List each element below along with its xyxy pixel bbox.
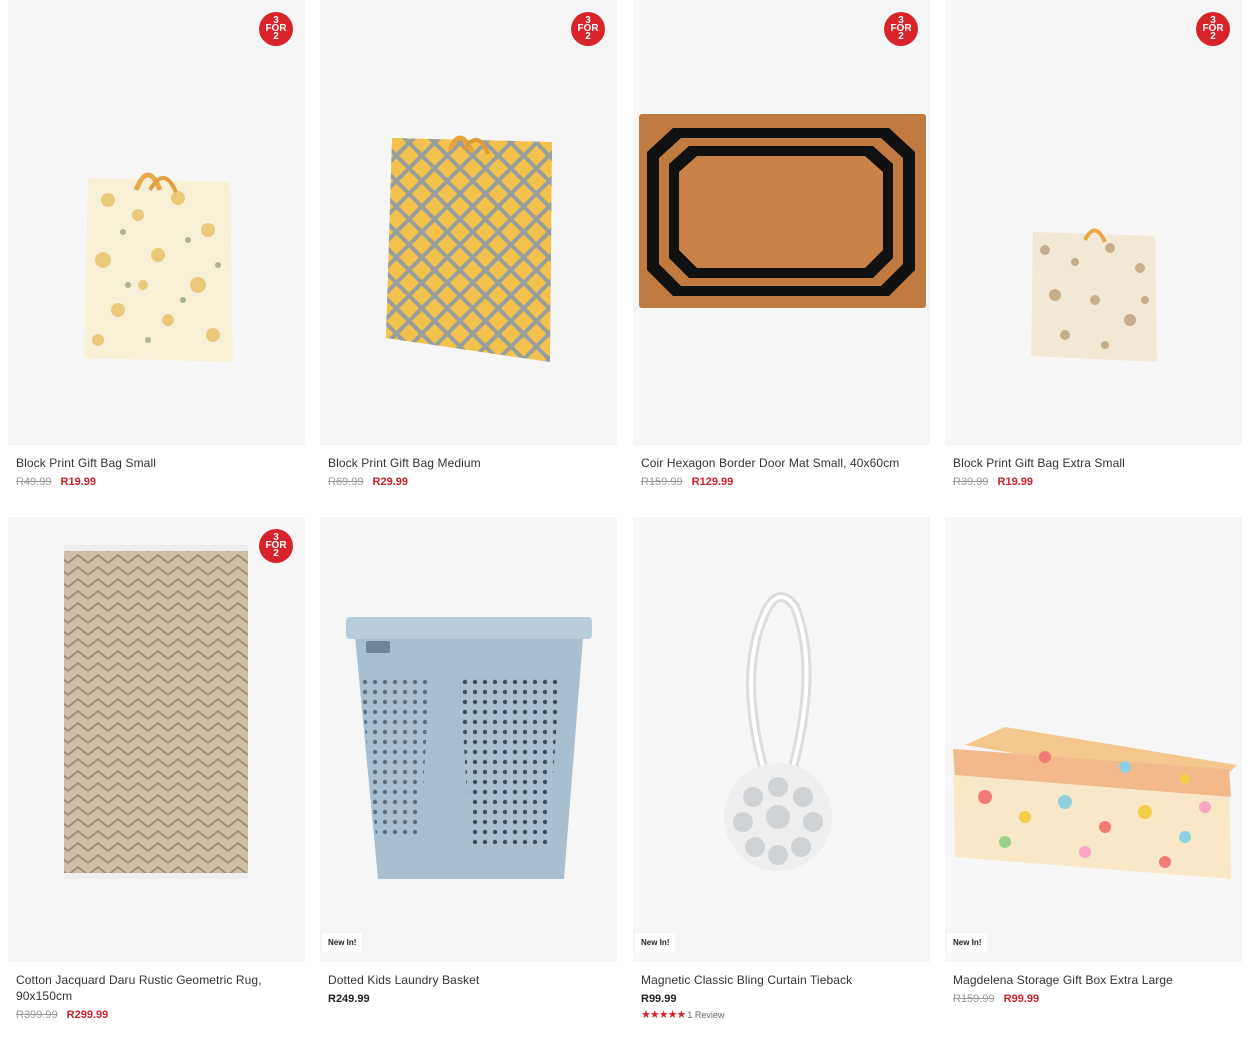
promo-badge: 3 FOR 2: [259, 12, 293, 46]
old-price: R159.99: [953, 993, 995, 1005]
product-prices: R399.99 R299.99: [16, 1008, 297, 1022]
product-prices: R159.99 R99.99: [953, 992, 1234, 1006]
old-price: R69.99: [328, 476, 364, 488]
product-card[interactable]: 3 FOR 2 Cotton Jacquard Daru Rustic Geomet…: [8, 517, 305, 1022]
product-title[interactable]: Block Print Gift Bag Medium: [328, 455, 609, 471]
old-price: R399.99: [16, 1009, 58, 1021]
product-card[interactable]: New In! Dotted Kids Laundry Basket R249.…: [320, 517, 617, 1006]
product-title[interactable]: Coir Hexagon Border Door Mat Small, 40x6…: [641, 455, 922, 471]
product-title[interactable]: Cotton Jacquard Daru Rustic Geometric Ru…: [16, 972, 297, 1004]
promo-badge: 3 FOR 2: [884, 12, 918, 46]
product-card[interactable]: 3 FOR 2 Block Print Gift Bag Small R49.99 …: [8, 0, 305, 489]
product-prices: R249.99: [328, 992, 609, 1006]
new-in-tag: New In!: [947, 933, 988, 952]
product-image[interactable]: New In!: [633, 517, 930, 962]
product-title[interactable]: Block Print Gift Bag Small: [16, 455, 297, 471]
sale-price: R99.99: [1003, 993, 1040, 1005]
sale-price: R29.99: [372, 476, 409, 488]
product-image[interactable]: 3 FOR 2: [320, 0, 617, 445]
sale-price: R299.99: [66, 1009, 109, 1021]
product-title[interactable]: Magnetic Classic Bling Curtain Tieback: [641, 972, 922, 988]
product-card[interactable]: 3 FOR 2 Block Print Gift Bag Extra Small R…: [945, 0, 1242, 489]
price: R99.99: [641, 993, 677, 1005]
old-price: R49.99: [16, 476, 52, 488]
sale-price: R19.99: [60, 476, 97, 488]
product-prices: R69.99 R29.99: [328, 475, 609, 489]
product-prices: R159.99 R129.99: [641, 475, 922, 489]
product-prices: R49.99 R19.99: [16, 475, 297, 489]
old-price: R39.99: [953, 476, 989, 488]
price: R249.99: [328, 993, 370, 1005]
promo-badge: 3 FOR 2: [259, 529, 293, 563]
product-prices: R99.99: [641, 992, 922, 1006]
product-title[interactable]: Dotted Kids Laundry Basket: [328, 972, 609, 988]
product-card[interactable]: 3 FOR 2 Coir Hexagon Border Door Mat Small…: [633, 0, 930, 489]
old-price: R159.99: [641, 476, 683, 488]
star-rating-icon: ★★★★★: [641, 1009, 686, 1021]
new-in-tag: New In!: [635, 933, 676, 952]
rating[interactable]: ★★★★★ 1 Review: [641, 1008, 922, 1021]
new-in-tag: New In!: [322, 933, 363, 952]
product-card[interactable]: New In! Magdelena Storage Gift Box Extra…: [945, 517, 1242, 1006]
sale-price: R129.99: [691, 476, 734, 488]
review-count[interactable]: 1 Review: [687, 1010, 724, 1020]
product-title[interactable]: Block Print Gift Bag Extra Small: [953, 455, 1234, 471]
sale-price: R19.99: [997, 476, 1034, 488]
product-image[interactable]: 3 FOR 2: [8, 0, 305, 445]
product-image[interactable]: 3 FOR 2: [8, 517, 305, 962]
promo-badge: 3 FOR 2: [1196, 12, 1230, 46]
product-image[interactable]: 3 FOR 2: [633, 0, 930, 445]
product-card[interactable]: 3 FOR 2 Block Print Gift Bag Medium R69.99…: [320, 0, 617, 489]
product-image[interactable]: New In!: [320, 517, 617, 962]
product-image[interactable]: 3 FOR 2: [945, 0, 1242, 445]
product-image[interactable]: New In!: [945, 517, 1242, 962]
promo-badge: 3 FOR 2: [571, 12, 605, 46]
product-title[interactable]: Magdelena Storage Gift Box Extra Large: [953, 972, 1234, 988]
product-prices: R39.99 R19.99: [953, 475, 1234, 489]
product-grid: 3 FOR 2 Block Print Gift Bag Small R49.99 …: [0, 0, 1250, 1050]
product-card[interactable]: New In! Magnetic Classic Bling Curtain T…: [633, 517, 930, 1021]
